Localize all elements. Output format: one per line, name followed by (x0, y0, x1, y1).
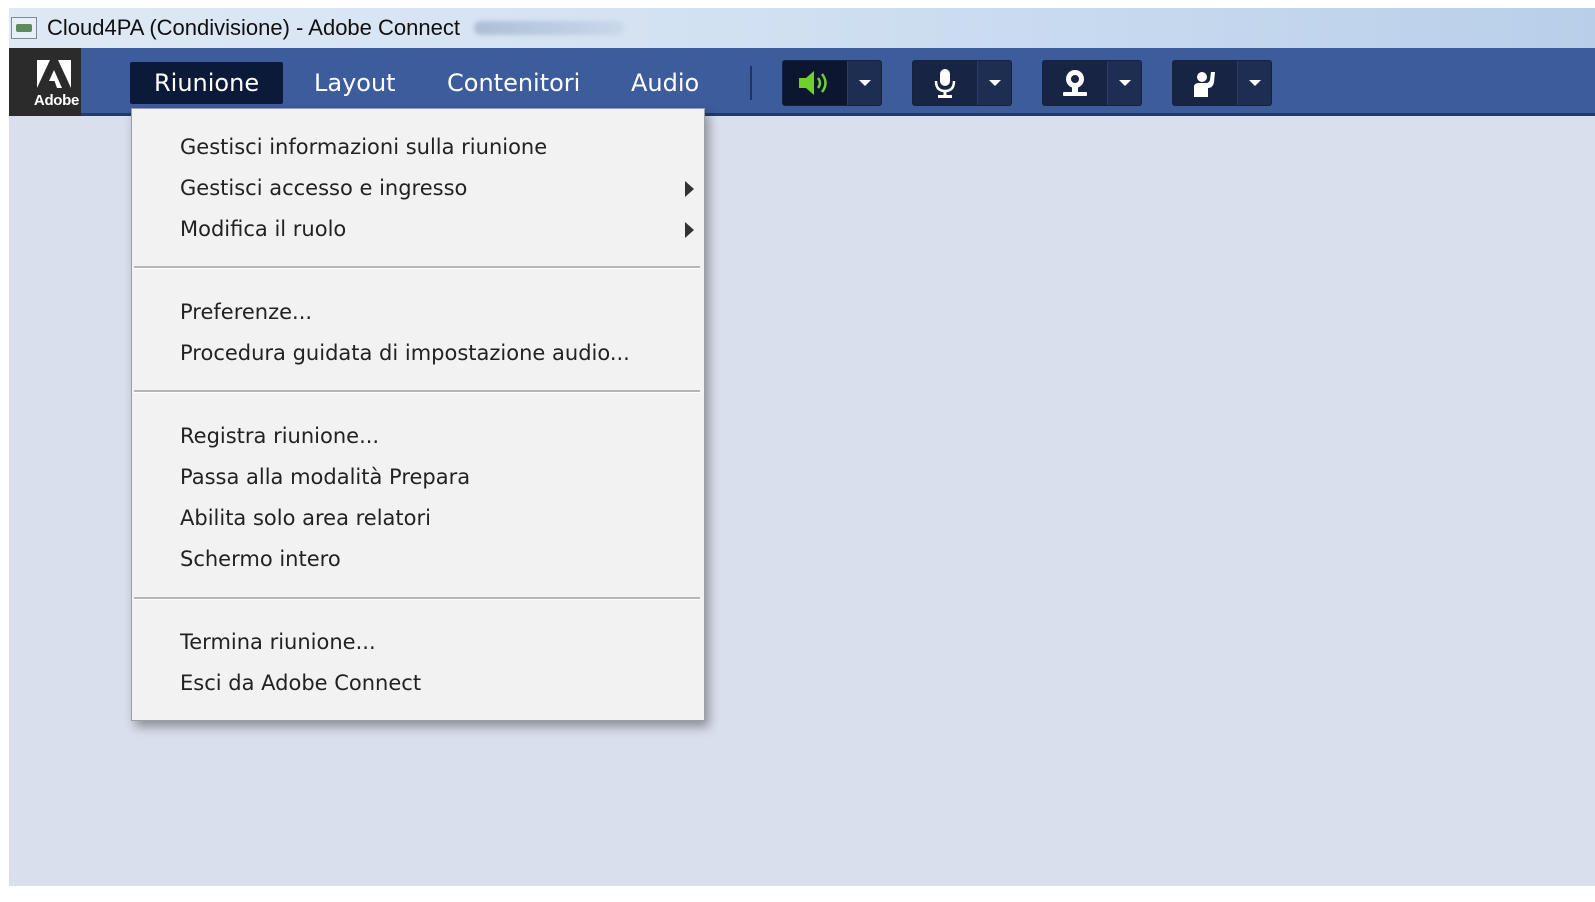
menu-divider (134, 597, 700, 600)
speaker-button[interactable] (783, 61, 847, 105)
adobe-logo: Adobe (9, 48, 81, 116)
speaker-dropdown-button[interactable] (847, 61, 881, 105)
menu-item-esci[interactable]: Esci da Adobe Connect (132, 664, 704, 702)
menu-divider (134, 266, 700, 269)
chevron-down-icon (1118, 80, 1131, 86)
submenu-arrow-icon (685, 222, 694, 238)
title-bar: Cloud4PA (Condivisione) - Adobe Connect (9, 8, 1595, 48)
microphone-button[interactable] (913, 61, 977, 105)
app-icon (11, 17, 37, 39)
microphone-dropdown-button[interactable] (977, 61, 1011, 105)
menu-item-modalita-prepara[interactable]: Passa alla modalità Prepara (132, 458, 704, 496)
microphone-icon (934, 69, 956, 98)
adobe-logo-icon (37, 60, 71, 88)
menu-item-preferenze[interactable]: Preferenze... (132, 293, 704, 331)
webcam-dropdown-button[interactable] (1107, 61, 1141, 105)
main-toolbar: Adobe Riunione Layout Contenitori Audio (9, 48, 1595, 116)
meeting-menu: Gestisci informazioni sulla riunione Ges… (131, 108, 705, 721)
menu-item-gestisci-accesso[interactable]: Gestisci accesso e ingresso (132, 169, 704, 207)
microphone-control (912, 60, 1012, 106)
chevron-down-icon (988, 80, 1001, 86)
window-title: Cloud4PA (Condivisione) - Adobe Connect (47, 15, 460, 40)
chevron-down-icon (858, 80, 871, 86)
webcam-button[interactable] (1043, 61, 1107, 105)
menu-divider (134, 390, 700, 393)
webcam-control (1042, 60, 1142, 106)
chevron-down-icon (1248, 80, 1261, 86)
menu-tab-riunione[interactable]: Riunione (130, 62, 284, 104)
speaker-icon (799, 71, 827, 95)
submenu-arrow-icon (685, 181, 694, 197)
menu-item-modifica-ruolo[interactable]: Modifica il ruolo (132, 210, 704, 248)
menu-item-gestisci-informazioni[interactable]: Gestisci informazioni sulla riunione (132, 128, 704, 166)
toolbar-separator (750, 66, 752, 100)
menu-item-schermo-intero[interactable]: Schermo intero (132, 540, 704, 578)
menu-tab-layout[interactable]: Layout (314, 62, 396, 104)
adobe-logo-text: Adobe (33, 92, 80, 109)
menu-item-impostazione-audio[interactable]: Procedura guidata di impostazione audio.… (132, 334, 704, 372)
menu-item-registra-riunione[interactable]: Registra riunione... (132, 417, 704, 455)
menu-item-label: Modifica il ruolo (180, 217, 347, 241)
menu-tab-contenitori[interactable]: Contenitori (447, 62, 580, 104)
menu-item-termina-riunione[interactable]: Termina riunione... (132, 623, 704, 661)
menu-item-area-relatori[interactable]: Abilita solo area relatori (132, 499, 704, 537)
status-dropdown-button[interactable] (1237, 61, 1271, 105)
app-window: Cloud4PA (Condivisione) - Adobe Connect … (9, 8, 1595, 886)
menu-item-label: Gestisci accesso e ingresso (180, 176, 468, 200)
speaker-control (782, 60, 882, 106)
menu-tab-audio[interactable]: Audio (631, 62, 699, 104)
status-control (1172, 60, 1272, 106)
webcam-icon (1063, 70, 1087, 96)
blurred-title-suffix (473, 21, 624, 35)
raise-hand-icon (1194, 72, 1215, 97)
raise-hand-button[interactable] (1173, 61, 1237, 105)
